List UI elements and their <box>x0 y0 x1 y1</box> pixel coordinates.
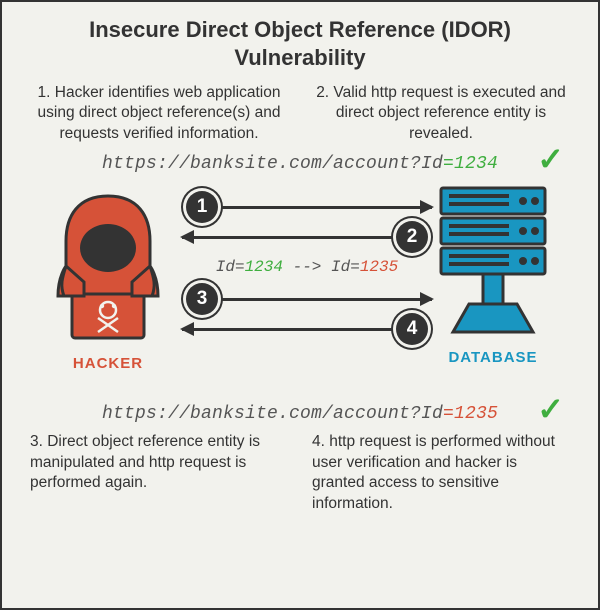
arrow-3: 3 <box>182 284 432 314</box>
url-2-base: https://banksite.com/account?Id <box>102 404 443 424</box>
step-2: 2. Valid http request is executed and di… <box>312 83 570 144</box>
arrow-4-shaft <box>182 328 392 331</box>
url-1-id: 1234 <box>454 154 498 174</box>
url-1: https://banksite.com/account?Id=1234 <box>102 154 498 174</box>
id-change-v1: 1234 <box>245 258 283 276</box>
hacker-figure: HACKER <box>38 186 178 372</box>
badge-1: 1 <box>186 191 218 223</box>
step-3: 3. Direct object reference entity is man… <box>30 432 288 514</box>
id-change-p2: Id= <box>331 258 360 276</box>
id-change-v2: 1235 <box>360 258 398 276</box>
arrow-1: 1 <box>182 192 432 222</box>
url-1-base: https://banksite.com/account?Id <box>102 154 443 174</box>
arrow-1-shaft <box>222 206 432 209</box>
id-change-arrow: --> <box>283 258 331 276</box>
badge-2: 2 <box>396 221 428 253</box>
url-2-id: 1235 <box>454 404 498 424</box>
url-2: https://banksite.com/account?Id=1235 <box>102 404 498 424</box>
step-4: 4. http request is performed without use… <box>312 432 570 514</box>
url-2-eq: = <box>443 404 454 424</box>
step-1: 1. Hacker identifies web application usi… <box>30 83 288 144</box>
hacker-icon <box>38 186 178 346</box>
hacker-label: HACKER <box>38 355 178 372</box>
bottom-steps: 3. Direct object reference entity is man… <box>2 424 598 514</box>
arrow-3-shaft <box>222 298 432 301</box>
arrow-2: 2 <box>182 222 432 252</box>
url-row-2: https://banksite.com/account?Id=1235 ✓ <box>2 394 598 424</box>
badge-4: 4 <box>396 313 428 345</box>
diagram-title: Insecure Direct Object Reference (IDOR) … <box>2 2 598 77</box>
arrow-2-shaft <box>182 236 392 239</box>
id-change-row: Id=1234 --> Id=1235 <box>182 252 432 284</box>
id-change-p1: Id= <box>216 258 245 276</box>
database-figure: DATABASE <box>418 180 568 366</box>
url-row-1: https://banksite.com/account?Id=1234 ✓ <box>2 144 598 174</box>
arrows-group: 1 2 Id=1234 --> Id=1235 3 4 <box>182 192 432 344</box>
arrow-4: 4 <box>182 314 432 344</box>
badge-3: 3 <box>186 283 218 315</box>
top-steps: 1. Hacker identifies web application usi… <box>2 77 598 144</box>
database-label: DATABASE <box>418 349 568 366</box>
url-1-eq: = <box>443 154 454 174</box>
check-icon: ✓ <box>537 390 564 428</box>
database-icon <box>423 180 563 340</box>
check-icon: ✓ <box>537 140 564 178</box>
diagram-main: HACKER DATABASE 1 <box>2 180 598 390</box>
